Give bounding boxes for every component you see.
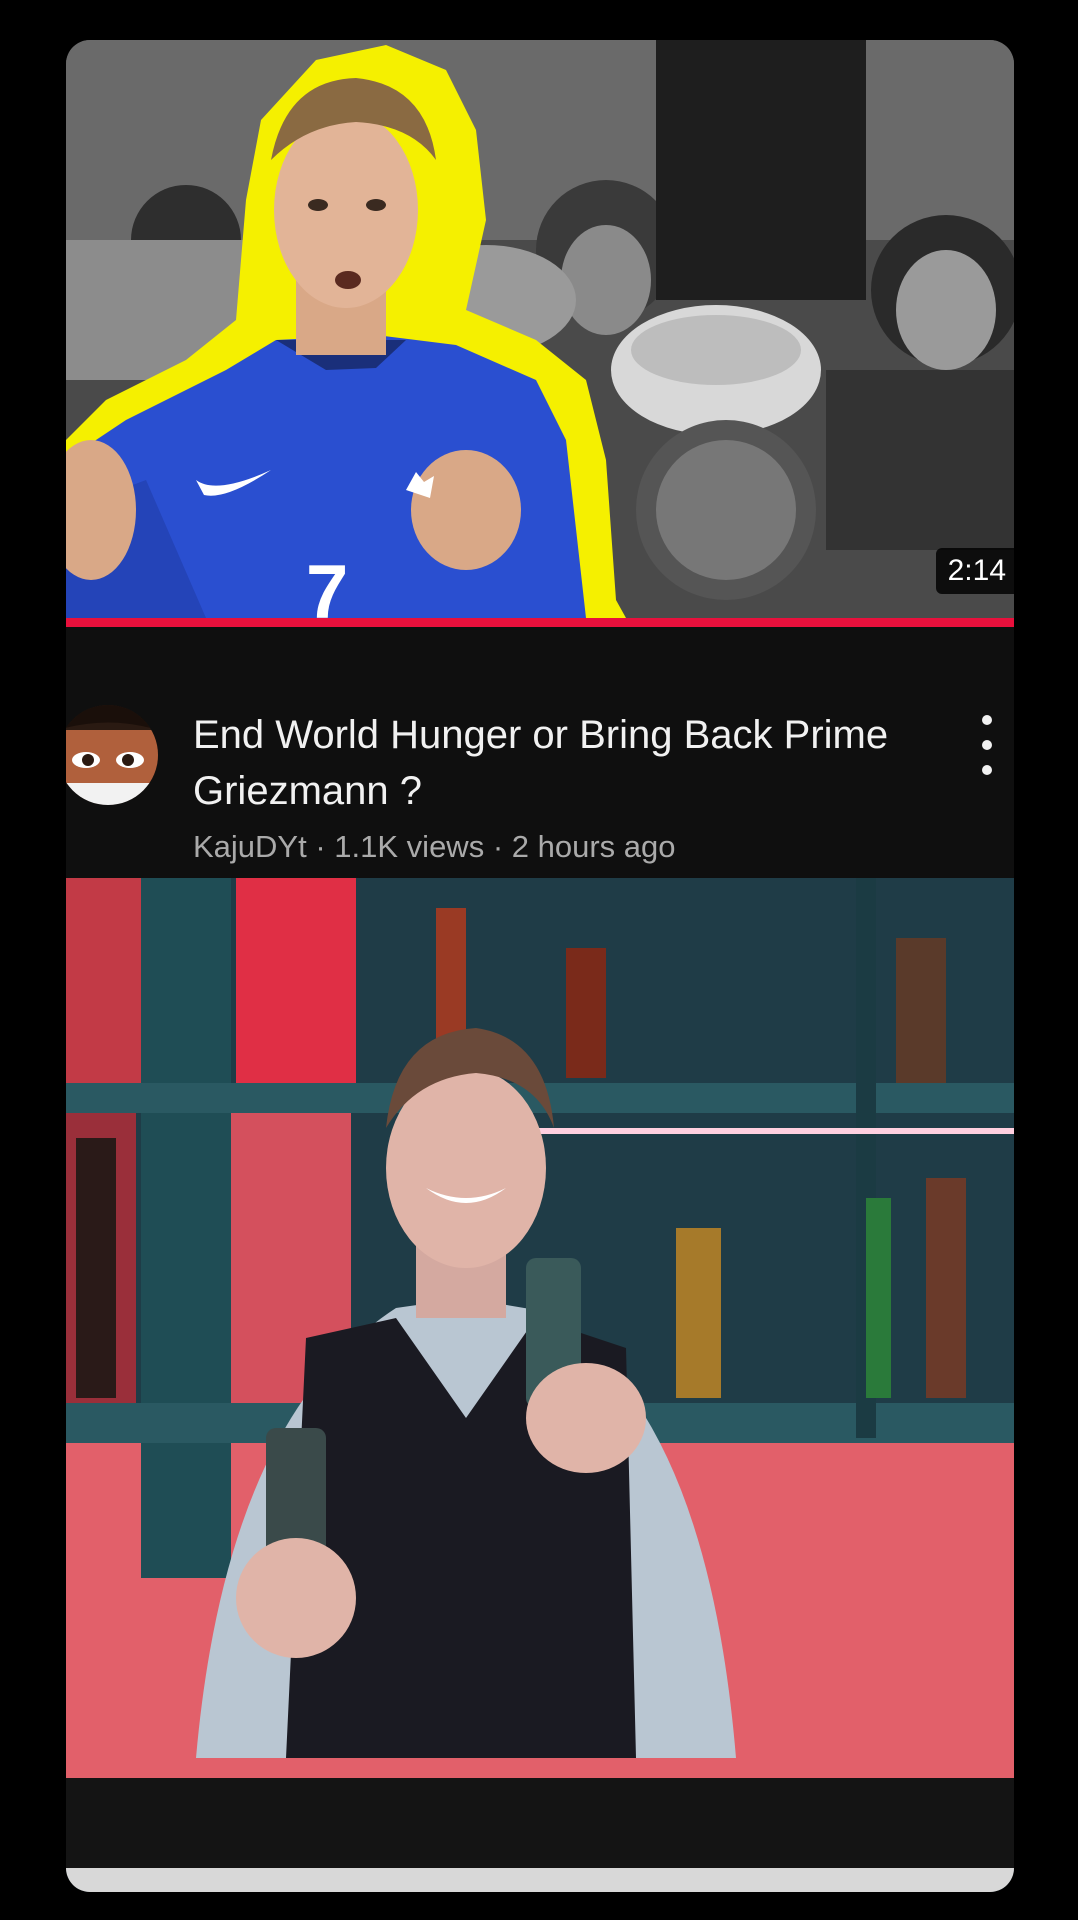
upload-age: 2 hours ago [511, 829, 676, 864]
duration-badge: 2:14 [935, 548, 1014, 594]
jersey-number: 7 [306, 550, 348, 618]
channel-avatar[interactable] [66, 705, 158, 805]
watch-progress-bar [66, 618, 1014, 627]
video-info: End World Hunger or Bring Back Prime Gri… [66, 627, 1014, 917]
avatar-icon [66, 705, 158, 805]
thumbnail-artwork: 7 [66, 40, 1014, 618]
video-meta: KajuDYt · 1.1K views · 2 hours ago [193, 827, 676, 867]
bar-scene-artwork [66, 878, 1014, 1892]
view-count: 1.1K views [334, 829, 485, 864]
watch-progress-fill [66, 618, 1014, 627]
meta-separator: · [306, 829, 335, 864]
video-title[interactable]: End World Hunger or Bring Back Prime Gri… [193, 707, 913, 819]
next-video-thumbnail[interactable] [66, 878, 1014, 1892]
video-thumbnail[interactable]: 7 2:14 [66, 40, 1014, 618]
meta-separator: · [484, 829, 512, 864]
channel-name[interactable]: KajuDYt [193, 829, 307, 864]
more-vert-icon[interactable] [972, 715, 1002, 775]
feed-frame: 7 2:14 End World Hunger or Bring Back Pr… [66, 40, 1014, 1892]
